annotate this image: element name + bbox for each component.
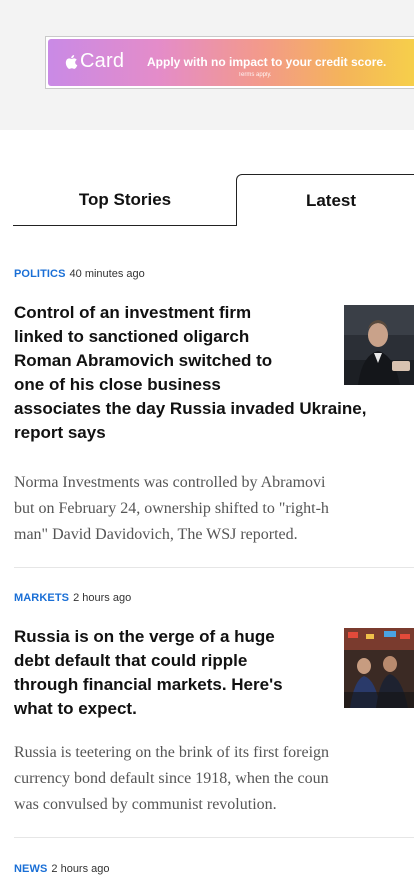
divider — [14, 567, 414, 568]
ad-region: Card Apply with no impact to your credit… — [0, 0, 414, 130]
thumbnail-image — [344, 628, 414, 708]
summary-line: was convulsed by communist revolution. — [14, 796, 277, 813]
article-meta: NEWS 2 hours ago — [14, 863, 414, 875]
summary-line: Russia is teetering on the brink of its … — [14, 744, 330, 761]
tab-latest[interactable]: Latest — [236, 174, 414, 226]
category-label[interactable]: MARKETS — [14, 592, 69, 604]
ad-terms: Terms apply. — [238, 72, 272, 78]
article-meta: POLITICS 40 minutes ago — [14, 268, 414, 280]
summary-line: Norma Investments was controlled by Abra… — [14, 474, 326, 491]
apple-logo-icon — [65, 54, 78, 69]
category-label[interactable]: POLITICS — [14, 268, 66, 280]
summary-line: man" David Davidovich, The WSJ reported. — [14, 526, 298, 543]
headline-line: report says — [14, 423, 106, 442]
ad-message: Apply with no impact to your credit scor… — [147, 55, 387, 69]
article-meta: MARKETS 2 hours ago — [14, 592, 414, 604]
article-card[interactable]: NEWS 2 hours ago — [14, 863, 414, 875]
timestamp: 2 hours ago — [73, 592, 132, 604]
ad-brand: Card — [80, 50, 125, 72]
thumbnail-image — [344, 305, 414, 385]
ad-frame: Card Apply with no impact to your credit… — [45, 36, 414, 89]
article-card[interactable]: POLITICS 40 minutes ago — [14, 268, 414, 280]
article-card[interactable]: MARKETS 2 hours ago — [14, 592, 414, 604]
category-label[interactable]: NEWS — [14, 863, 47, 875]
summary-line: currency bond default since 1918, when t… — [14, 770, 329, 787]
timestamp: 2 hours ago — [51, 863, 110, 875]
summary-line: but on February 24, ownership shifted to… — [14, 500, 329, 517]
timestamp: 40 minutes ago — [69, 268, 145, 280]
tab-top-stories[interactable]: Top Stories — [13, 174, 237, 226]
story-tabs: Top Stories Latest — [13, 174, 414, 226]
article-thumbnail[interactable] — [344, 628, 414, 708]
article-summary[interactable]: Russia is teetering on the brink of its … — [14, 740, 414, 818]
article-thumbnail[interactable] — [344, 305, 414, 385]
apple-card-ad-banner[interactable]: Card Apply with no impact to your credit… — [48, 39, 414, 86]
headline-line: associates the day Russia invaded Ukrain… — [14, 399, 367, 418]
ad-logo: Card — [64, 50, 124, 73]
divider — [14, 837, 414, 838]
article-summary[interactable]: Norma Investments was controlled by Abra… — [14, 470, 414, 548]
